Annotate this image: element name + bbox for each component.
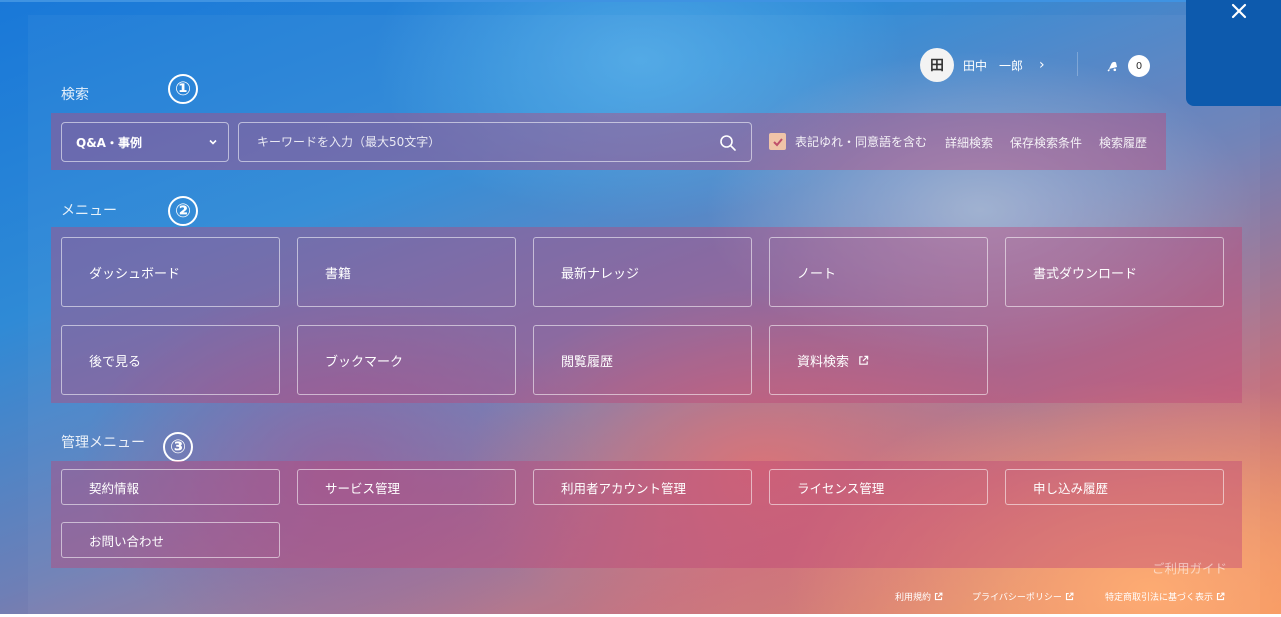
notification-count: 0: [1128, 55, 1150, 77]
menu-tile-label: ノート: [797, 266, 837, 282]
menu-tile-latest-knowledge[interactable]: 最新ナレッジ: [533, 237, 752, 307]
search-history-link[interactable]: 検索履歴: [1099, 134, 1147, 151]
menu-tile-label: 閲覧履歴: [561, 354, 614, 370]
category-select[interactable]: Q&A・事例: [61, 122, 229, 162]
chevron-down-icon: [209, 139, 217, 145]
menu-tile-watch-later[interactable]: 後で見る: [61, 325, 280, 395]
search-icon[interactable]: [719, 134, 737, 152]
admin-tile-application-history[interactable]: 申し込み履歴: [1005, 469, 1224, 505]
external-link-icon: [1065, 592, 1074, 601]
search-section-label: 検索: [61, 87, 89, 103]
admin-tile-contract-info[interactable]: 契約情報: [61, 469, 280, 505]
header-divider: [1077, 52, 1078, 76]
advanced-search-link[interactable]: 詳細検索: [945, 134, 993, 151]
commercial-transactions-link-label: 特定商取引法に基づく表示: [1105, 593, 1214, 603]
marker-1: ①: [168, 74, 198, 104]
user-menu[interactable]: 田 田中 一郎 ›: [920, 48, 1045, 82]
checkmark-icon: [772, 137, 783, 146]
top-strip: [0, 0, 1281, 2]
menu-tile-books[interactable]: 書籍: [297, 237, 516, 307]
menu-tile-notes[interactable]: ノート: [769, 237, 988, 307]
privacy-policy-link[interactable]: プライバシーポリシー: [972, 590, 1074, 603]
synonym-checkbox[interactable]: [769, 133, 786, 150]
menu-tile-label: ダッシュボード: [89, 266, 181, 282]
marker-3: ③: [163, 432, 193, 462]
search-box: [238, 122, 752, 162]
menu-tile-label: 後で見る: [89, 354, 142, 370]
bell-icon: [1107, 61, 1117, 72]
close-icon[interactable]: [1228, 0, 1250, 22]
saved-search-link[interactable]: 保存検索条件: [1010, 134, 1082, 151]
menu-tile-label: 書籍: [325, 266, 352, 282]
synonym-option: 表記ゆれ・同意語を含む: [769, 133, 927, 150]
admin-tile-contact[interactable]: お問い合わせ: [61, 522, 280, 558]
external-link-icon: [1216, 592, 1225, 601]
menu-tile-bookmarks[interactable]: ブックマーク: [297, 325, 516, 395]
admin-tile-label: 申し込み履歴: [1033, 480, 1109, 496]
menu-tile-view-history[interactable]: 閲覧履歴: [533, 325, 752, 395]
notification-button[interactable]: 0: [1106, 55, 1150, 77]
user-guide-link[interactable]: ご利用ガイド: [1152, 558, 1227, 577]
search-input[interactable]: [239, 123, 699, 161]
user-name: 田中 一郎: [963, 58, 1024, 73]
admin-tile-license-management[interactable]: ライセンス管理: [769, 469, 988, 505]
menu-tile-label: 資料検索: [797, 354, 850, 370]
menu-tile-form-download[interactable]: 書式ダウンロード: [1005, 237, 1224, 307]
admin-tile-service-management[interactable]: サービス管理: [297, 469, 516, 505]
admin-tile-label: 利用者アカウント管理: [561, 480, 687, 496]
admin-tile-user-account-management[interactable]: 利用者アカウント管理: [533, 469, 752, 505]
chevron-right-icon: ›: [1039, 57, 1045, 73]
marker-2: ②: [168, 196, 198, 226]
admin-tile-label: お問い合わせ: [89, 533, 165, 549]
menu-tile-document-search[interactable]: 資料検索: [769, 325, 988, 395]
category-select-value: Q&A・事例: [76, 135, 142, 150]
synonym-option-label: 表記ゆれ・同意語を含む: [795, 135, 928, 149]
admin-tile-label: 契約情報: [89, 480, 140, 496]
external-link-icon: [859, 355, 869, 365]
menu-tile-label: ブックマーク: [325, 354, 404, 370]
terms-link[interactable]: 利用規約: [895, 590, 943, 603]
menu-tile-label: 書式ダウンロード: [1033, 266, 1138, 282]
admin-tile-label: ライセンス管理: [797, 480, 885, 496]
menu-tile-dashboard[interactable]: ダッシュボード: [61, 237, 280, 307]
admin-tile-label: サービス管理: [325, 480, 401, 496]
terms-link-label: 利用規約: [895, 593, 932, 603]
external-link-icon: [934, 592, 943, 601]
commercial-transactions-link[interactable]: 特定商取引法に基づく表示: [1105, 590, 1225, 603]
privacy-policy-link-label: プライバシーポリシー: [972, 593, 1062, 603]
menu-section-label: メニュー: [61, 203, 117, 219]
avatar: 田: [920, 48, 954, 82]
menu-tile-label: 最新ナレッジ: [561, 266, 640, 282]
admin-section-label: 管理メニュー: [61, 435, 145, 451]
